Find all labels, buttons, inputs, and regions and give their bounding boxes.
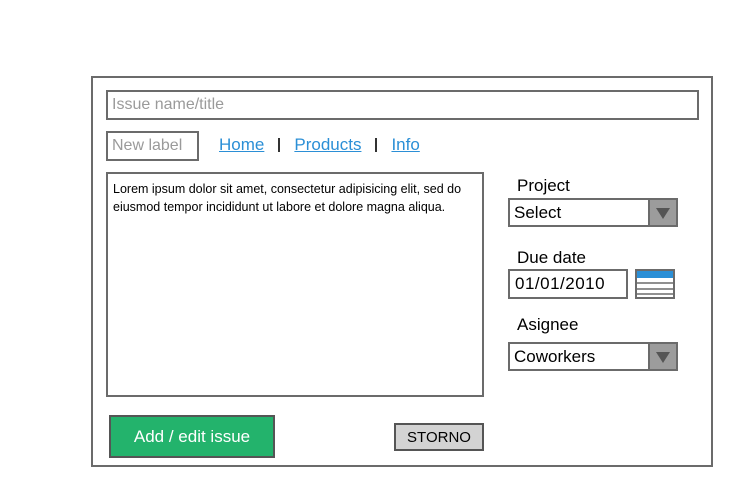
project-select-value: Select [514,202,562,222]
new-label-input[interactable] [106,131,199,161]
nav-separator [278,138,281,152]
nav-links: Home Products Info [219,133,420,157]
due-date-input[interactable] [508,269,628,299]
nav-separator [375,138,378,152]
nav-link-home[interactable]: Home [219,135,264,155]
chevron-down-icon[interactable] [648,200,676,225]
storno-button[interactable]: STORNO [394,423,484,451]
due-date-label: Due date [517,248,586,267]
assignee-select-value: Coworkers [514,346,596,366]
issue-description-textarea[interactable]: Lorem ipsum dolor sit amet, consectetur … [106,172,484,397]
assignee-label: Asignee [517,315,579,334]
nav-link-products[interactable]: Products [294,135,361,155]
calendar-icon[interactable] [635,269,675,299]
issue-title-input[interactable] [106,90,699,120]
chevron-down-icon[interactable] [648,344,676,369]
project-label: Project [517,176,570,195]
project-select[interactable]: Select [508,198,678,227]
assignee-select[interactable]: Coworkers [508,342,678,371]
add-edit-issue-button[interactable]: Add / edit issue [109,415,275,458]
nav-link-info[interactable]: Info [391,135,419,155]
